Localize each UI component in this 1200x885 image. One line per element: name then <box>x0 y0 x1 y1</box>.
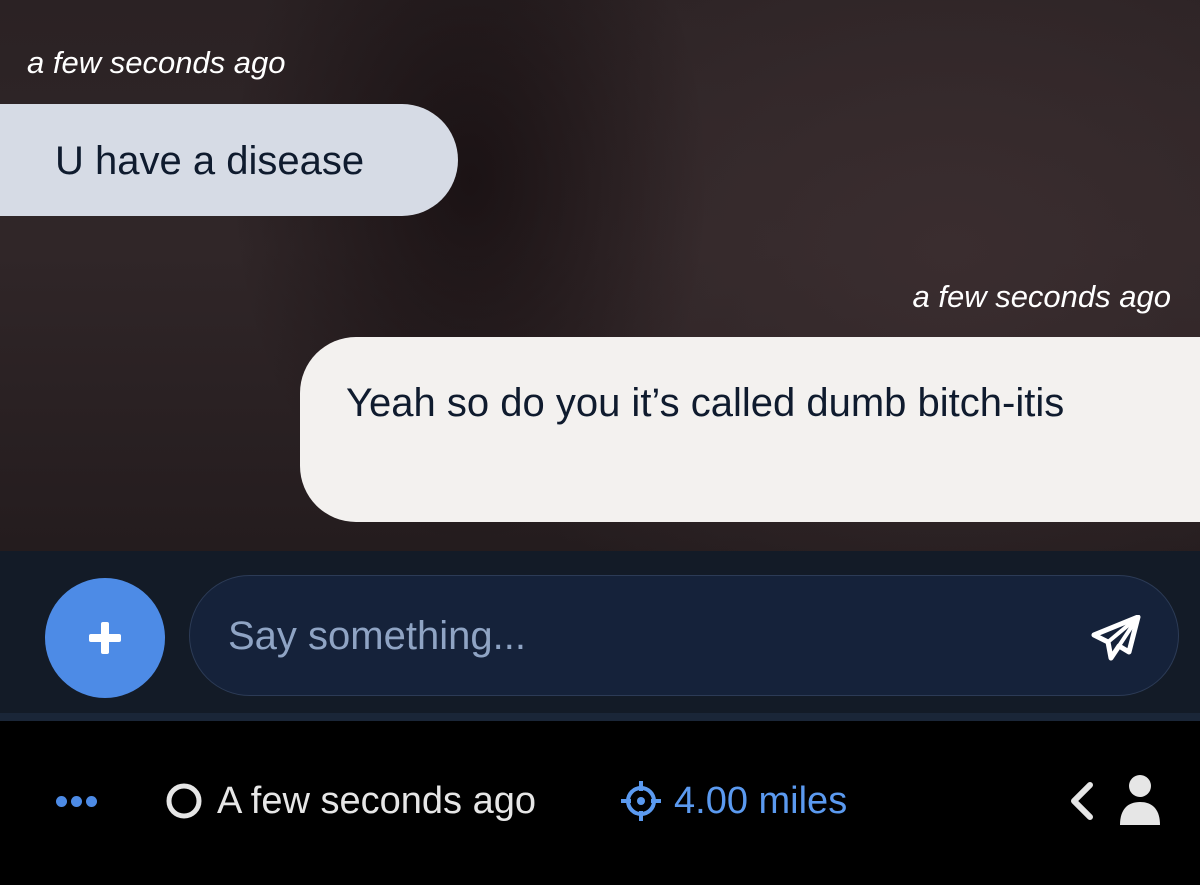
more-options-button[interactable] <box>56 787 104 815</box>
user-icon <box>1120 775 1160 825</box>
plus-icon <box>89 622 121 654</box>
message-timestamp: a few seconds ago <box>27 45 286 80</box>
message-input-wrapper <box>189 575 1179 697</box>
status-bar: A few seconds ago 4.00 miles <box>0 721 1200 885</box>
paper-plane-icon <box>1091 615 1141 661</box>
distance-text: 4.00 miles <box>674 779 848 822</box>
message-composer <box>0 551 1200 713</box>
circle-outline-icon <box>166 783 202 819</box>
message-input[interactable] <box>226 576 1070 697</box>
sent-message-bubble[interactable]: Yeah so do you it’s called dumb bitch-it… <box>300 337 1200 522</box>
last-seen-status: A few seconds ago <box>165 779 536 823</box>
profile-button[interactable] <box>1116 773 1164 827</box>
divider <box>0 713 1200 721</box>
back-button[interactable] <box>1066 781 1096 821</box>
add-attachment-button[interactable] <box>45 578 165 698</box>
received-message-bubble[interactable]: U have a disease <box>0 104 458 216</box>
message-timestamp: a few seconds ago <box>912 279 1171 314</box>
chevron-left-icon <box>1071 782 1093 820</box>
crosshair-icon <box>621 781 661 821</box>
last-seen-text: A few seconds ago <box>217 779 536 822</box>
ellipsis-icon <box>56 795 101 807</box>
send-button[interactable] <box>1088 612 1144 664</box>
distance-indicator: 4.00 miles <box>620 779 847 823</box>
chat-thread: a few seconds ago U have a disease a few… <box>0 0 1200 551</box>
